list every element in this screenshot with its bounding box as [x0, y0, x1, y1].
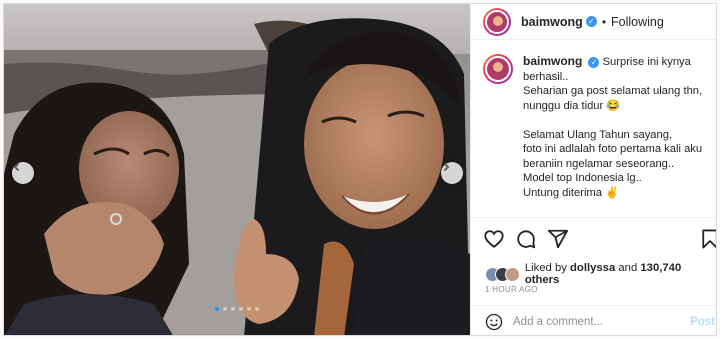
header-username[interactable]: baimwong [521, 15, 583, 29]
carousel-dot [247, 307, 251, 311]
avatar[interactable] [483, 7, 511, 36]
caption-line: Selamat Ulang Tahun sayang, [523, 128, 673, 141]
verified-badge-icon: ✓ [588, 57, 600, 68]
screenshot-frame: baimwong ✓ • Following baimwong ✓ Surpri… [0, 0, 720, 339]
likes-and: and [618, 262, 638, 274]
caption-username[interactable]: baimwong [523, 54, 582, 68]
comment-bar: Post [471, 305, 716, 335]
post-side-panel: baimwong ✓ • Following baimwong ✓ Surpri… [470, 4, 717, 335]
header-separator: • [601, 14, 607, 29]
likes-summary: Liked by dollyssa and 130,740 others [485, 262, 716, 286]
caption-avatar[interactable] [483, 54, 513, 84]
photo-illustration [4, 4, 470, 335]
comment-input[interactable] [513, 315, 683, 328]
caption-line: Untung diterima ✌️ [523, 186, 620, 199]
post-comment-button[interactable]: Post [690, 316, 715, 328]
likes-text: Liked by dollyssa and 130,740 others [524, 262, 716, 286]
carousel-indicator [4, 307, 470, 311]
carousel-dot [223, 307, 227, 311]
carousel-dot [215, 307, 219, 311]
share-icon[interactable] [547, 228, 569, 250]
post-timestamp[interactable]: 1 HOUR AGO [485, 285, 538, 294]
carousel-dot [239, 307, 243, 311]
carousel-next-button[interactable] [441, 162, 463, 184]
post-photo[interactable] [4, 4, 470, 335]
liker-username[interactable]: dollyssa [570, 262, 615, 274]
heart-icon[interactable] [483, 228, 505, 250]
carousel-prev-button[interactable] [12, 162, 34, 184]
chevron-right-icon [443, 162, 450, 172]
verified-badge-icon: ✓ [585, 16, 597, 27]
liker-avatar [504, 266, 520, 282]
post-header: baimwong ✓ • Following [471, 4, 716, 40]
caption: baimwong ✓ Surprise ini kynya berhasil..… [483, 54, 713, 200]
caption-line: Model top Indonesia lg.. [523, 172, 642, 184]
caption-line: foto ini adlalah foto pertama kali aku b… [523, 143, 703, 170]
post-card: baimwong ✓ • Following baimwong ✓ Surpri… [3, 3, 717, 336]
likes-prefix: Liked by [524, 262, 567, 274]
bookmark-icon[interactable] [701, 228, 717, 250]
action-bar [471, 217, 717, 259]
chevron-left-icon [13, 162, 20, 172]
carousel-dot [231, 307, 235, 311]
caption-text: baimwong ✓ Surprise ini kynya berhasil..… [523, 54, 713, 200]
caption-line: Seharian ga post selamat ulang thn, nung… [523, 85, 703, 112]
smiley-icon[interactable] [485, 313, 503, 331]
comment-icon[interactable] [515, 228, 537, 250]
following-button[interactable]: Following [611, 15, 664, 29]
carousel-dot [255, 307, 259, 311]
